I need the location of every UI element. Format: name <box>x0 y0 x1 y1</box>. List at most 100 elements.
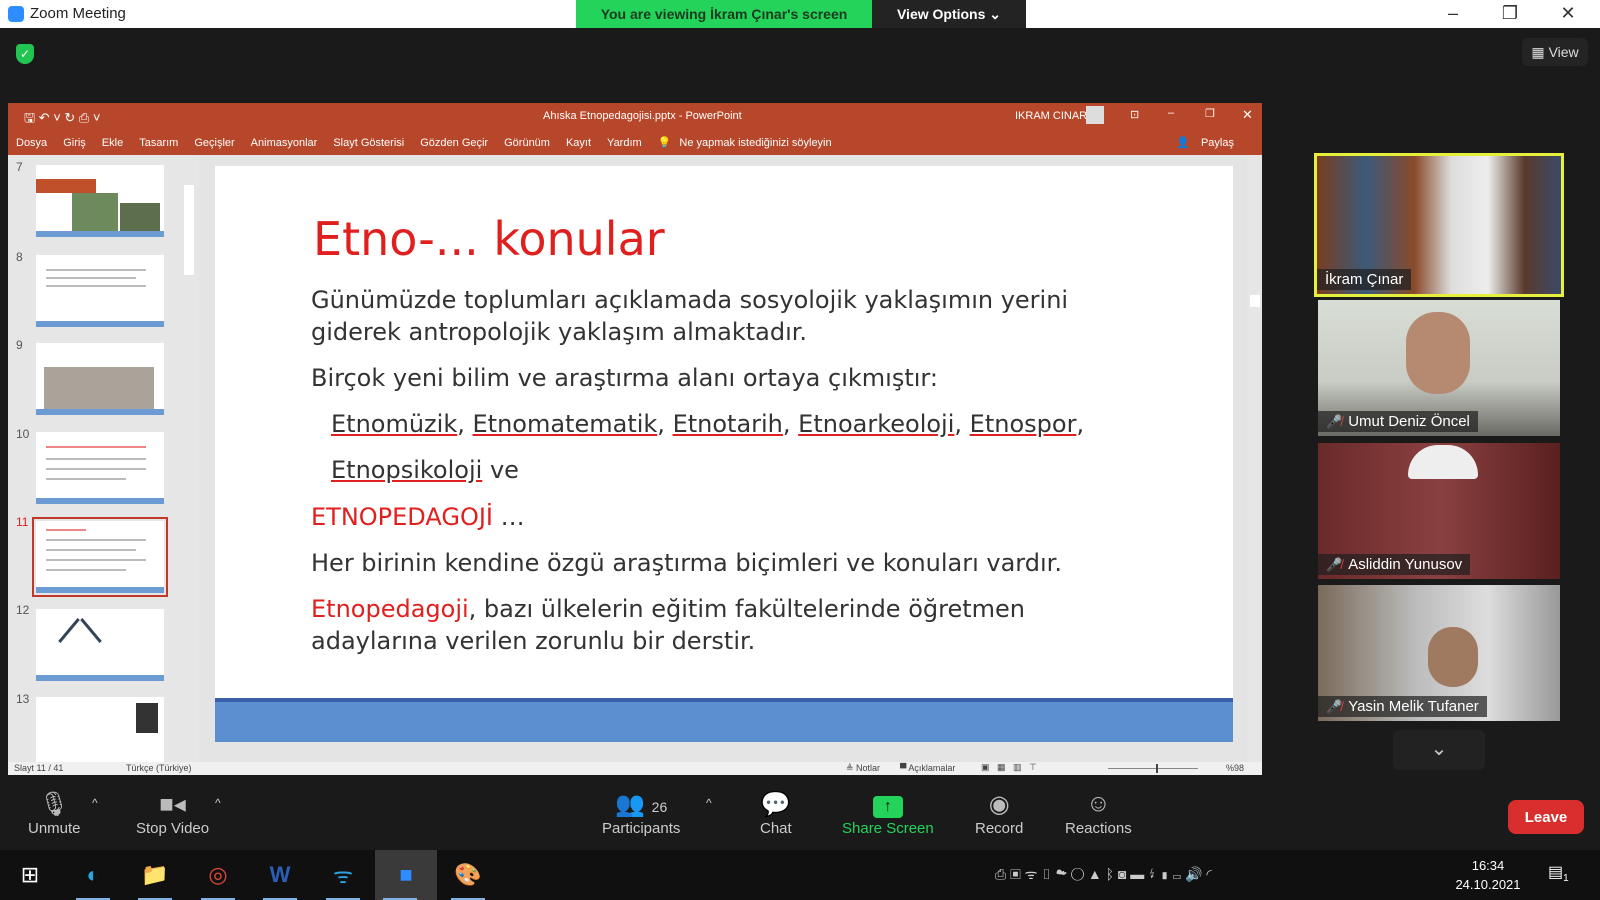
file-explorer-icon[interactable]: 📁 <box>130 850 180 900</box>
fields-list-cont: Etnopsikoloji ve <box>331 454 519 486</box>
zoom-level[interactable]: %98 <box>1226 763 1244 773</box>
notification-center-icon[interactable]: ▤1 <box>1548 862 1569 884</box>
close-button[interactable]: ✕ <box>1553 3 1583 24</box>
language-indicator[interactable]: Türkçe (Türkiye) <box>126 763 192 773</box>
start-windows-icon[interactable]: ⊞ <box>5 850 55 900</box>
word-icon[interactable]: W <box>255 850 305 900</box>
current-slide: Etno-... konular Günümüzde toplumları aç… <box>215 166 1233 742</box>
name-label: Umut Deniz Öncel <box>1348 413 1470 430</box>
slide-thumbnail-selected[interactable] <box>32 517 168 597</box>
video-camera-icon: ■◂ <box>159 791 186 818</box>
ribbon-display-icon[interactable]: ⊡ <box>1130 108 1139 121</box>
video-options-caret[interactable]: ^ <box>215 796 221 810</box>
stop-video-button[interactable]: ■◂ Stop Video <box>136 790 209 837</box>
share-button[interactable]: 👤 Paylaş <box>1168 136 1262 149</box>
ppt-close-button[interactable]: ✕ <box>1242 107 1253 123</box>
ppt-status-bar: Slayt 11 / 41 Türkçe (Türkiye) ≜ Notlar … <box>8 762 1262 775</box>
chat-bubble-icon: 💬 <box>760 791 791 818</box>
wifi-app-icon[interactable]: ᯤ <box>318 850 368 900</box>
tab-gecisler[interactable]: Geçişler <box>186 137 242 149</box>
slide-thumbnail[interactable] <box>36 609 164 681</box>
slide-thumbnail[interactable] <box>36 165 164 237</box>
thumb-number: 10 <box>16 427 30 441</box>
tab-slayt-gosterisi[interactable]: Slayt Gösterisi <box>325 137 412 149</box>
zoom-slider[interactable] <box>1108 768 1198 769</box>
highlight: ETNOPEDAGOJİ <box>311 503 494 531</box>
slide-thumbnail[interactable] <box>36 255 164 327</box>
thumbnail-scrollbar[interactable] <box>183 155 195 762</box>
video-tile[interactable]: 🎤̸ Asliddin Yunusov <box>1318 443 1560 579</box>
tab-tasarim[interactable]: Tasarım <box>131 137 186 149</box>
thumb-number: 8 <box>16 250 23 264</box>
slide-footer-bar <box>215 702 1233 742</box>
tab-yardim[interactable]: Yardım <box>599 137 650 149</box>
thumb-number: 9 <box>16 338 23 352</box>
system-tray-icons[interactable]: ⎙ ▣ ᯤ ▯ ☁ ◯ ▲ ᛒ ◙ ▬ ↯ ▮ ▭ 🔊 ◜ <box>995 865 1212 884</box>
scroll-thumb[interactable] <box>184 185 194 275</box>
taskbar-clock[interactable]: 16:34 24.10.2021 <box>1448 856 1528 894</box>
record-button[interactable]: ◉ Record <box>975 790 1023 837</box>
comments-button[interactable]: ▀ Açıklamalar <box>900 763 955 773</box>
tab-animasyonlar[interactable]: Animasyonlar <box>243 137 326 149</box>
tab-ekle[interactable]: Ekle <box>94 137 131 149</box>
unmute-button[interactable]: 🎙 Unmute <box>28 790 81 837</box>
paint-icon[interactable]: 🎨 <box>443 850 493 900</box>
maximize-button[interactable]: ❐ <box>1495 3 1525 24</box>
slide-paragraph: Günümüzde toplumları açıklamada sosyoloj… <box>311 286 1069 346</box>
leave-button[interactable]: Leave <box>1508 800 1584 834</box>
windows-taskbar: ⊞ ◐ 📁 ◎ W ᯤ ■ 🎨 ⎙ ▣ ᯤ ▯ ☁ ◯ ▲ ᛒ ◙ ▬ ↯ ▮ … <box>0 850 1600 900</box>
share-screen-button[interactable]: ↑ Share Screen <box>842 790 934 837</box>
edge-icon[interactable]: ◐ <box>68 850 118 900</box>
video-tile[interactable]: 🎤̸ Yasin Melik Tufaner <box>1318 585 1560 721</box>
audio-options-caret[interactable]: ^ <box>92 796 98 810</box>
slide-thumbnail[interactable] <box>36 432 164 504</box>
time: 16:34 <box>1471 858 1505 873</box>
ppt-restore-button[interactable]: ❐ <box>1205 107 1215 120</box>
tab-gorunum[interactable]: Görünüm <box>496 137 558 149</box>
fields-end: ve <box>489 456 519 484</box>
participants-button[interactable]: 👥 26 Participants <box>602 790 680 837</box>
tab-gozden-gecir[interactable]: Gözden Geçir <box>412 137 496 149</box>
tab-dosya[interactable]: Dosya <box>8 137 55 149</box>
video-tile[interactable]: 🎤̸ Umut Deniz Öncel <box>1318 300 1560 436</box>
view-label: View <box>1548 44 1579 60</box>
chat-button[interactable]: 💬 Chat <box>760 790 792 837</box>
slide-thumbnail[interactable] <box>36 343 164 415</box>
video-tile-active-speaker[interactable]: İkram Çınar <box>1314 153 1564 297</box>
slide-paragraph: Birçok yeni bilim ve araştırma alanı ort… <box>311 364 938 392</box>
share-screen-label: Share Screen <box>842 820 934 837</box>
notification-count: 1 <box>1563 873 1569 885</box>
name-label: İkram Çınar <box>1325 271 1404 288</box>
date: 24.10.2021 <box>1455 877 1521 892</box>
tell-me-search[interactable]: Ne yapmak istediğinizi söyleyin <box>679 137 839 149</box>
thumb-number: 12 <box>16 603 30 617</box>
comments-label: Açıklamalar <box>908 763 956 773</box>
security-shield-icon[interactable]: ✓ <box>16 44 34 64</box>
user-name[interactable]: IKRAM CINAR <box>1015 110 1087 122</box>
chat-label: Chat <box>760 820 792 837</box>
participant-name: 🎤̸ Umut Deniz Öncel <box>1318 411 1478 432</box>
participants-caret[interactable]: ^ <box>706 796 712 810</box>
view-button[interactable]: ▦ View <box>1522 38 1588 66</box>
quick-access-toolbar[interactable]: 🖫 ↶ ˅ ↻ ⎙ ˅ <box>24 109 101 131</box>
zoom-logo-icon <box>8 5 24 22</box>
minimize-button[interactable]: – <box>1438 3 1468 24</box>
notes-button[interactable]: ≜ Notlar <box>846 763 880 774</box>
slide-thumbnail[interactable] <box>36 697 164 762</box>
scroll-thumb[interactable] <box>1250 295 1260 307</box>
view-options-button[interactable]: View Options ⌄ <box>872 0 1026 28</box>
user-avatar-icon[interactable] <box>1086 106 1104 124</box>
slide-paragraph: ETNOPEDAGOJİ … <box>311 501 525 533</box>
view-buttons[interactable]: ▣ ▦ ▥ ⊤ <box>981 762 1037 773</box>
tab-kayit[interactable]: Kayıt <box>558 137 599 149</box>
muted-mic-icon: 🎤̸ <box>1326 556 1343 572</box>
zoom-taskbar-icon[interactable]: ■ <box>375 850 437 900</box>
reactions-button[interactable]: ☺ Reactions <box>1065 790 1132 837</box>
more-participants-chevron-down-icon[interactable]: ⌄ <box>1393 730 1485 770</box>
chrome-icon[interactable]: ◎ <box>193 850 243 900</box>
zoom-slider-handle[interactable] <box>1156 764 1158 773</box>
ppt-minimize-button[interactable]: – <box>1168 107 1174 119</box>
participant-video <box>1406 312 1470 394</box>
slide-scrollbar[interactable] <box>1247 155 1262 762</box>
tab-giris[interactable]: Giriş <box>55 137 94 149</box>
